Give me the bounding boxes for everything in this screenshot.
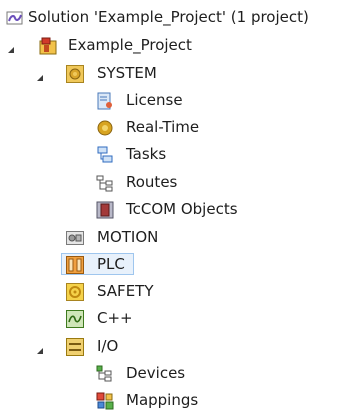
tree-item-realtime[interactable]: Real-Time [0,114,337,141]
tree-item-tccom-objects[interactable]: TcCOM Objects [0,196,337,223]
tree-item-label: MOTION [97,228,159,246]
tree-item-devices[interactable]: Devices [0,360,337,387]
project-icon [39,37,57,55]
system-gear-icon [66,65,84,83]
routes-icon [96,174,114,192]
tree-item-label: SYSTEM [97,64,157,82]
expanded-arrow-icon[interactable] [35,342,45,354]
tree-item-solution[interactable]: Solution 'Example_Project' (1 project) [0,4,337,31]
tree-item-label: SAFETY [97,282,154,300]
tree-item-motion[interactable]: MOTION [0,224,337,251]
tree-item-routes[interactable]: Routes [0,169,337,196]
tree-item-label: I/O [97,337,119,355]
expanded-arrow-icon[interactable] [6,41,16,53]
tree-item-label: Solution 'Example_Project' (1 project) [28,8,309,26]
expanded-arrow-icon[interactable] [35,69,45,81]
devices-icon [96,365,114,383]
realtime-icon [96,119,114,137]
io-icon [66,338,84,356]
tree-item-label: Routes [126,173,178,191]
tree-item-label: Real-Time [126,118,200,136]
tree-item-label: Mappings [126,391,199,409]
tccom-icon [96,201,114,219]
tree-item-mappings[interactable]: Mappings [0,387,337,414]
solution-icon [6,9,24,27]
cpp-icon [66,310,84,328]
tree-item-label: C++ [97,309,133,327]
mappings-icon [96,392,114,410]
plc-icon [66,256,84,274]
tree-item-cpp[interactable]: C++ [0,305,337,332]
tree-item-safety[interactable]: SAFETY [0,278,337,305]
solution-explorer-tree: Solution 'Example_Project' (1 project) E… [0,0,337,417]
tree-item-tasks[interactable]: Tasks [0,141,337,168]
license-icon [96,92,114,110]
tasks-icon [96,146,114,164]
tree-item-system[interactable]: SYSTEM [0,60,337,87]
tree-item-plc[interactable]: PLC [0,251,337,278]
motion-icon [66,229,84,247]
tree-item-license[interactable]: License [0,87,337,114]
tree-item-label: License [126,91,183,109]
tree-item-project[interactable]: Example_Project [0,32,337,59]
tree-item-label: Devices [126,364,186,382]
safety-icon [66,283,84,301]
tree-item-label: Example_Project [68,36,192,54]
tree-item-label: TcCOM Objects [126,200,238,218]
tree-item-label: PLC [97,255,125,273]
tree-item-label: Tasks [126,145,167,163]
tree-item-io[interactable]: I/O [0,333,337,360]
